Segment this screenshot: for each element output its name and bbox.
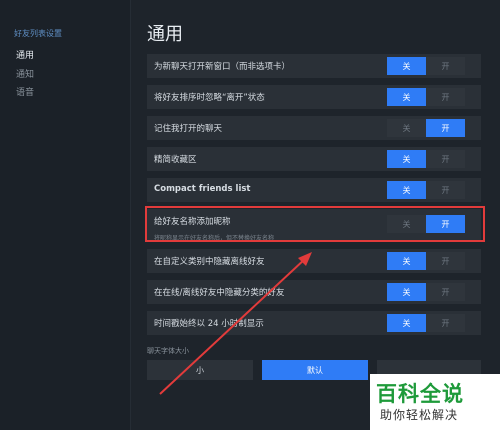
watermark-logo: 百科全说 助你轻松解决 bbox=[370, 374, 500, 430]
arrow-line bbox=[159, 257, 307, 395]
annotation-arrow bbox=[159, 252, 312, 395]
watermark-title: 百科全说 bbox=[376, 382, 464, 406]
watermark-subtitle: 助你轻松解决 bbox=[380, 408, 459, 422]
